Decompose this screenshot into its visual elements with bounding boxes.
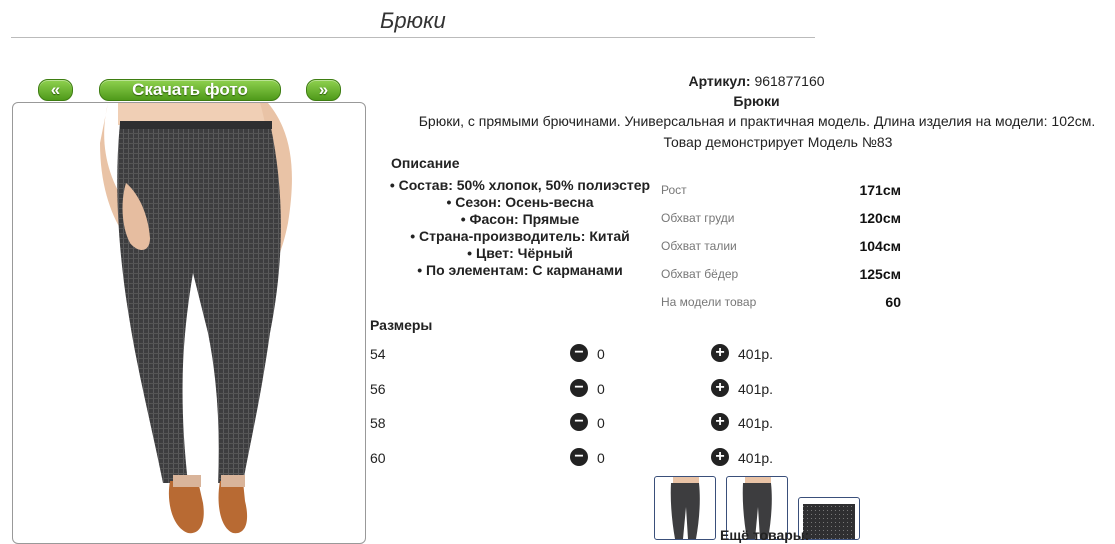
- size-label: 60: [370, 450, 386, 466]
- article-label: Артикул:: [688, 73, 751, 89]
- price-value: 401р.: [738, 381, 774, 397]
- measurement-label: Обхват бёдер: [661, 267, 739, 281]
- product-description: Брюки, с прямыми брючинами. Универсальна…: [418, 113, 1096, 129]
- plus-icon[interactable]: +: [711, 344, 729, 362]
- product-name: Брюки: [733, 93, 780, 109]
- model-measurements: Рост 171см Обхват груди 120см Обхват тал…: [661, 176, 901, 316]
- measurement-value: 60: [885, 294, 901, 310]
- price-value: 401р.: [738, 450, 774, 466]
- main-photo[interactable]: [38, 103, 343, 543]
- measurement-label: Рост: [661, 183, 687, 197]
- main-photo-frame: [12, 102, 366, 544]
- measurement-row: Обхват бёдер 125см: [661, 260, 901, 288]
- quantity-value: 0: [597, 346, 605, 362]
- measurement-value: 104см: [859, 238, 901, 254]
- measurement-row: Рост 171см: [661, 176, 901, 204]
- size-label: 58: [370, 415, 386, 431]
- description-item: • Цвет: Чёрный: [467, 245, 573, 261]
- size-label: 54: [370, 346, 386, 362]
- prev-photo-button[interactable]: «: [38, 79, 73, 101]
- description-item: • По элементам: С карманами: [417, 262, 623, 278]
- more-products-label: Ещё товары:: [720, 527, 810, 543]
- size-row: 58 − 0 + 401р.: [370, 413, 790, 433]
- next-photo-button[interactable]: »: [306, 79, 341, 101]
- description-item: • Сезон: Осень-весна: [446, 194, 594, 210]
- quantity-value: 0: [597, 450, 605, 466]
- size-row: 56 − 0 + 401р.: [370, 379, 790, 399]
- quantity-value: 0: [597, 415, 605, 431]
- thumbnail-photo[interactable]: [654, 476, 716, 540]
- title-divider: [11, 37, 815, 38]
- minus-icon[interactable]: −: [570, 344, 588, 362]
- measurement-label: Обхват талии: [661, 239, 737, 253]
- size-label: 56: [370, 381, 386, 397]
- price-value: 401р.: [738, 415, 774, 431]
- quantity-value: 0: [597, 381, 605, 397]
- description-list: • Состав: 50% хлопок, 50% полиэстер • Се…: [380, 177, 660, 279]
- plus-icon[interactable]: +: [711, 448, 729, 466]
- description-item: • Состав: 50% хлопок, 50% полиэстер: [389, 177, 651, 193]
- model-note: Товар демонстрирует Модель №83: [663, 134, 893, 150]
- article-value: 961877160: [754, 73, 825, 89]
- price-value: 401р.: [738, 346, 774, 362]
- page-title: Брюки: [380, 8, 446, 33]
- sizes-title: Размеры: [370, 317, 433, 333]
- measurement-label: На модели товар: [661, 295, 757, 309]
- measurement-value: 125см: [859, 266, 901, 282]
- description-title: Описание: [391, 155, 460, 171]
- plus-icon[interactable]: +: [711, 413, 729, 431]
- minus-icon[interactable]: −: [570, 379, 588, 397]
- measurement-row: Обхват талии 104см: [661, 232, 901, 260]
- measurement-value: 120см: [859, 210, 901, 226]
- measurement-row: На модели товар 60: [661, 288, 901, 316]
- measurement-row: Обхват груди 120см: [661, 204, 901, 232]
- size-row: 60 − 0 + 401р.: [370, 448, 790, 468]
- plus-icon[interactable]: +: [711, 379, 729, 397]
- size-row: 54 − 0 + 401р.: [370, 344, 790, 364]
- description-item: • Фасон: Прямые: [460, 211, 580, 227]
- download-photo-button[interactable]: Скачать фото: [99, 79, 281, 101]
- minus-icon[interactable]: −: [570, 413, 588, 431]
- thumbnail-image: [670, 477, 700, 539]
- description-item: • Страна-производитель: Китай: [410, 228, 630, 244]
- measurement-value: 171см: [859, 182, 901, 198]
- measurement-label: Обхват груди: [661, 211, 735, 225]
- model-pants-image: [100, 103, 292, 534]
- article-line: Артикул: 961877160: [600, 73, 913, 89]
- minus-icon[interactable]: −: [570, 448, 588, 466]
